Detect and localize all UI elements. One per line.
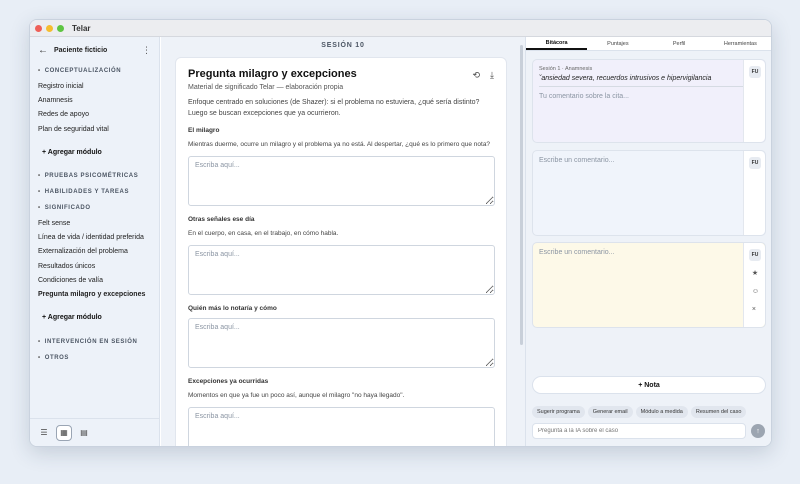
view-switcher: ☰ ▦ ▤ <box>30 418 159 446</box>
answer-field-quien[interactable] <box>188 318 495 368</box>
answer-field-excepciones[interactable] <box>188 407 495 446</box>
answer-field-milagro[interactable] <box>188 156 495 206</box>
more-options-icon[interactable]: ⋮ <box>142 45 151 56</box>
chip-resumen-caso[interactable]: Resumen del caso <box>690 406 747 418</box>
star-icon[interactable]: ★ <box>752 269 759 277</box>
title-bar: Telar <box>30 20 771 37</box>
note-card: FU Escribe un comentario... ★ ☺ × <box>532 242 766 328</box>
sidebar-item-resultados-unicos[interactable]: Resultados únicos <box>30 259 159 273</box>
sidebar-item-plan-seguridad[interactable]: Plan de seguridad vital <box>30 122 159 136</box>
bullet-icon: • <box>38 354 41 361</box>
note-quote: ˘ansiedad severa, recuerdos intrusivos e… <box>539 75 747 87</box>
author-badge: FU <box>749 249 761 261</box>
tab-puntajes[interactable]: Puntajes <box>587 37 648 50</box>
question-label: Otras señales ese día <box>188 216 255 223</box>
author-badge: FU <box>749 66 761 78</box>
sidebar-item-pregunta-milagro[interactable]: Pregunta milagro y excepciones <box>30 288 159 302</box>
comment-input[interactable]: Tu comentario sobre la cita... <box>539 93 759 100</box>
tab-perfil[interactable]: Perfil <box>649 37 710 50</box>
list-view-icon[interactable]: ☰ <box>36 425 52 441</box>
main-content: SESIÓN 10 ⟲ ⤓ Pregunta milagro y excepci… <box>161 37 525 446</box>
right-panel: Bitácora Puntajes Perfil Herramientas FU… <box>525 37 771 446</box>
back-arrow-icon[interactable]: ← <box>38 45 48 56</box>
section-conceptualizacion[interactable]: • CONCEPTUALIZACIÓN <box>30 63 159 79</box>
question-help: Momentos en que ya fue un poco así, aunq… <box>188 392 405 399</box>
emoji-icon[interactable]: ☺ <box>752 288 759 295</box>
sidebar-item-anamnesis[interactable]: Anamnesis <box>30 93 159 107</box>
bullet-icon: • <box>38 205 41 212</box>
bullet-icon: • <box>38 189 41 196</box>
bullet-icon: • <box>38 338 41 345</box>
comment-input[interactable]: Escribe un comentario... <box>539 249 759 256</box>
send-arrow-icon[interactable]: ↑ <box>751 424 765 438</box>
question-label: Quién más lo notaría y cómo <box>188 305 277 312</box>
add-module-button[interactable]: + Agregar módulo <box>30 308 159 328</box>
note-card: FU Sesión 1 · Anamnesis ˘ansiedad severa… <box>532 59 766 143</box>
maximize-window-button[interactable] <box>57 24 64 32</box>
section-intervencion[interactable]: • INTERVENCIÓN EN SESIÓN <box>30 334 159 350</box>
close-window-button[interactable] <box>35 24 42 32</box>
patient-name: Paciente ficticio <box>54 46 108 54</box>
sidebar-item-registro-inicial[interactable]: Registro inicial <box>30 79 159 93</box>
panel-view-icon[interactable]: ▤ <box>76 425 92 441</box>
sidebar: ← Paciente ficticio ⋮ • CONCEPTUALIZACIÓN… <box>30 37 160 446</box>
close-icon[interactable]: × <box>752 306 759 313</box>
scrollbar[interactable] <box>520 45 523 345</box>
note-card: FU Escribe un comentario... <box>532 150 766 236</box>
tab-bar: Bitácora Puntajes Perfil Herramientas <box>526 37 771 51</box>
refresh-icon[interactable]: ⟲ <box>472 70 480 81</box>
tab-herramientas[interactable]: Herramientas <box>710 37 771 50</box>
ai-question-input[interactable] <box>532 423 746 439</box>
add-note-button[interactable]: + Nota <box>532 376 766 394</box>
tab-bitacora[interactable]: Bitácora <box>526 37 588 50</box>
chip-modulo-medida[interactable]: Módulo a medida <box>635 406 688 418</box>
session-label: SESIÓN 10 <box>321 42 365 49</box>
module-title: Pregunta milagro y excepciones <box>188 68 357 80</box>
chip-sugerir-programa[interactable]: Sugerir programa <box>532 406 585 418</box>
window-title: Telar <box>72 23 91 33</box>
question-help: Mientras duerme, ocurre un milagro y el … <box>188 141 491 148</box>
module-subtitle: Material de significado Telar — elaborac… <box>188 84 344 91</box>
section-habilidades[interactable]: • HABILIDADES Y TAREAS <box>30 184 159 200</box>
question-help: En el cuerpo, en casa, en el trabajo, en… <box>188 230 339 237</box>
sidebar-header: ← Paciente ficticio ⋮ <box>30 37 159 63</box>
author-badge: FU <box>749 157 761 169</box>
add-module-button[interactable]: + Agregar módulo <box>30 142 159 162</box>
sidebar-item-condiciones-valia[interactable]: Condiciones de valía <box>30 273 159 287</box>
comment-input[interactable]: Escribe un comentario... <box>539 157 759 164</box>
answer-field-senales[interactable] <box>188 245 495 295</box>
grid-view-icon[interactable]: ▦ <box>56 424 72 441</box>
sidebar-item-felt-sense[interactable]: Felt sense <box>30 216 159 230</box>
section-pruebas[interactable]: • PRUEBAS PSICOMÉTRICAS <box>30 168 159 184</box>
sidebar-item-redes-apoyo[interactable]: Redes de apoyo <box>30 108 159 122</box>
section-otros[interactable]: • OTROS <box>30 350 159 366</box>
question-label: El milagro <box>188 127 220 134</box>
bullet-icon: • <box>38 68 41 74</box>
bullet-icon: • <box>38 173 41 180</box>
module-description: Enfoque centrado en soluciones (de Shaze… <box>188 99 480 117</box>
question-label: Excepciones ya ocurridas <box>188 378 269 385</box>
sidebar-item-linea-vida[interactable]: Línea de vida / identidad preferida <box>30 230 159 244</box>
suggestion-chips: Sugerir programa Generar email Módulo a … <box>532 406 747 418</box>
module-card: ⟲ ⤓ Pregunta milagro y excepciones Mater… <box>175 57 507 446</box>
note-source: Sesión 1 · Anamnesis <box>539 66 593 72</box>
section-significado[interactable]: • SIGNIFICADO <box>30 200 159 216</box>
chip-generar-email[interactable]: Generar email <box>587 406 633 418</box>
minimize-window-button[interactable] <box>46 24 53 32</box>
app-window: Telar ← Paciente ficticio ⋮ • CONCEPTUALI… <box>29 19 772 447</box>
sidebar-item-externalizacion[interactable]: Externalización del problema <box>30 245 159 259</box>
download-icon[interactable]: ⤓ <box>490 70 494 81</box>
